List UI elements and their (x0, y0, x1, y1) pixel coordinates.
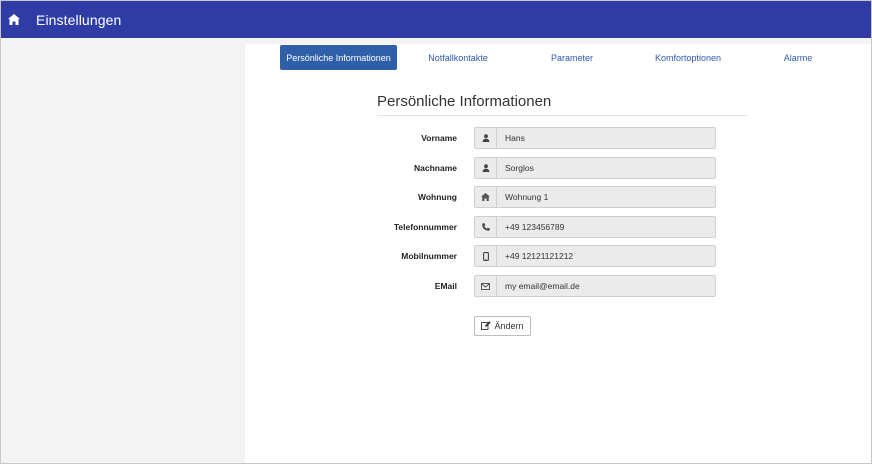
form-row-mobilnummer: Mobilnummer (377, 245, 717, 267)
phone-input[interactable] (497, 217, 715, 237)
input-group (474, 245, 716, 267)
form-row-telefonnummer: Telefonnummer (377, 216, 717, 238)
mobile-icon (475, 246, 497, 266)
sidebar (1, 38, 245, 463)
input-group (474, 186, 716, 208)
main-top-strip (245, 38, 871, 44)
phone-icon (475, 217, 497, 237)
email-input[interactable] (497, 276, 715, 296)
tab-bar: Persönliche Informationen Notfallkontakt… (280, 45, 840, 70)
edit-button-label: Ändern (494, 321, 524, 331)
app-title: Einstellungen (36, 11, 122, 28)
edit-icon (481, 320, 492, 332)
field-label: Nachname (414, 163, 457, 173)
input-group (474, 275, 716, 297)
input-group (474, 157, 716, 179)
envelope-icon (475, 276, 497, 296)
user-icon (475, 158, 497, 178)
tab-parameter[interactable]: Parameter (542, 45, 602, 70)
tab-alarme[interactable]: Alarme (776, 45, 820, 70)
mobile-input[interactable] (497, 246, 715, 266)
field-label: EMail (434, 281, 457, 291)
home-icon[interactable] (7, 13, 21, 27)
edit-button[interactable]: Ändern (474, 316, 531, 336)
section-title: Persönliche Informationen (377, 93, 552, 110)
input-group (474, 127, 716, 149)
user-icon (475, 128, 497, 148)
home-icon (475, 187, 497, 207)
apartment-input[interactable] (497, 187, 715, 207)
last-name-input[interactable] (497, 158, 715, 178)
field-label: Vorname (421, 133, 457, 143)
tab-notfallkontakte[interactable]: Notfallkontakte (414, 45, 502, 70)
form-row-vorname: Vorname (377, 127, 717, 149)
form-row-nachname: Nachname (377, 157, 717, 179)
top-bar: Einstellungen (1, 1, 871, 38)
first-name-input[interactable] (497, 128, 715, 148)
form-row-wohnung: Wohnung (377, 186, 717, 208)
field-label: Mobilnummer (401, 251, 457, 261)
field-label: Telefonnummer (393, 222, 457, 232)
tab-komfortoptionen[interactable]: Komfortoptionen (643, 45, 733, 70)
input-group (474, 216, 716, 238)
form-row-email: EMail (377, 275, 717, 297)
section-divider (377, 115, 747, 116)
app-window: Einstellungen Persönliche Informationen … (0, 0, 872, 464)
tab-persoenliche-informationen[interactable]: Persönliche Informationen (280, 45, 397, 70)
field-label: Wohnung (417, 192, 457, 202)
